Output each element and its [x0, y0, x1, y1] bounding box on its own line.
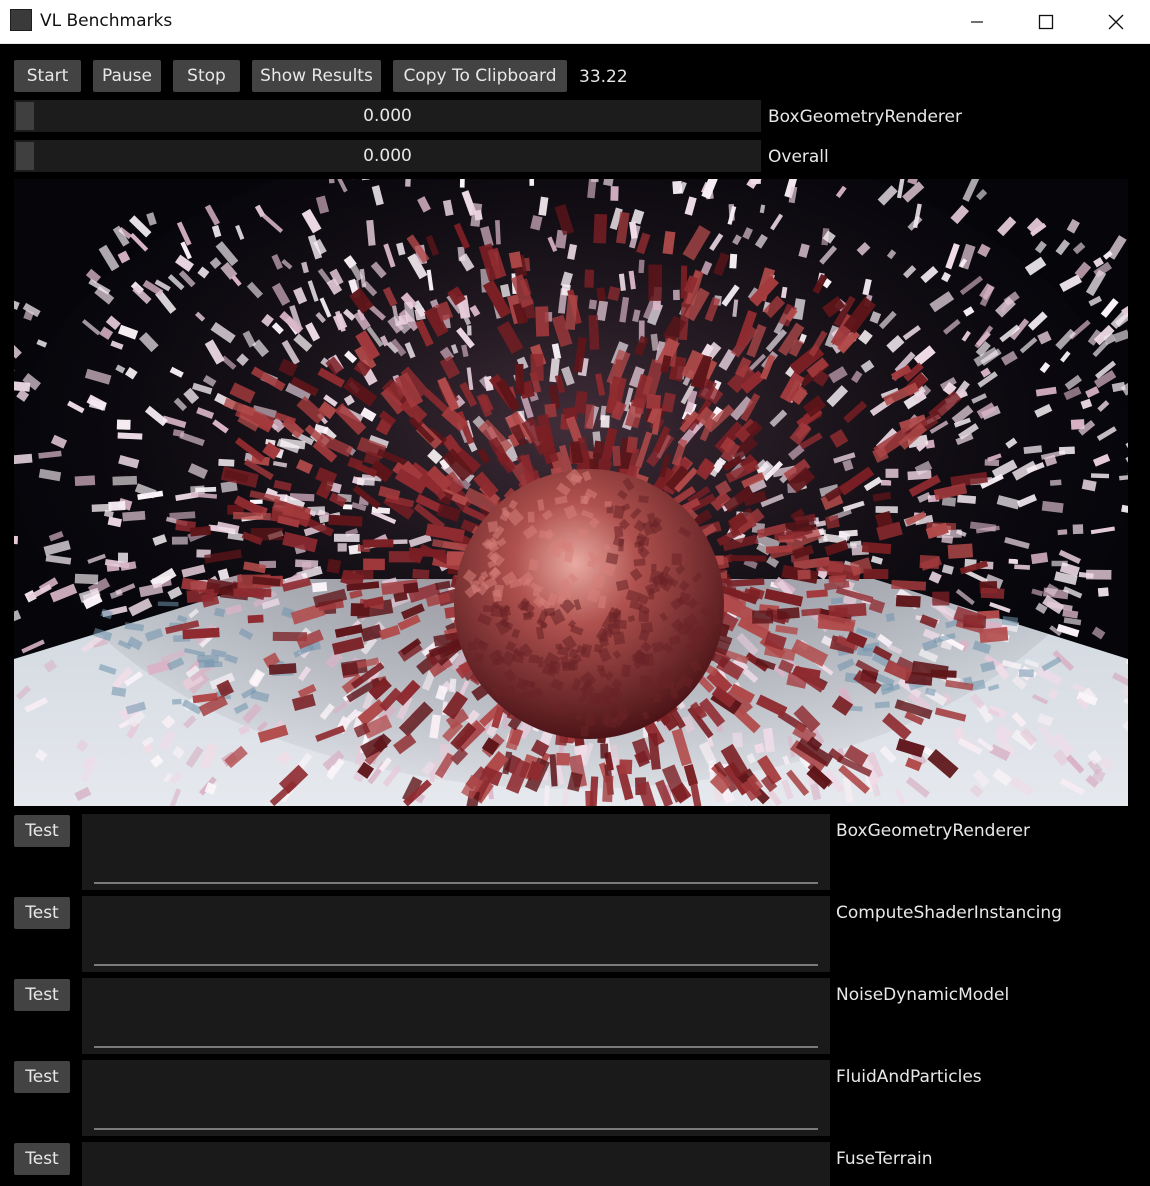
test-button-0[interactable]: Test — [14, 815, 70, 847]
minimize-icon — [971, 20, 983, 23]
progress-label-overall: Overall — [768, 147, 829, 167]
test-result-field-0[interactable] — [82, 814, 830, 890]
test-button-4[interactable]: Test — [14, 1143, 70, 1175]
title-bar: VL Benchmarks — [0, 0, 1150, 44]
minimize-button[interactable] — [954, 0, 1000, 43]
progress-value: 0.000 — [363, 106, 412, 126]
pause-button[interactable]: Pause — [93, 60, 161, 92]
progress-value: 0.000 — [363, 146, 412, 166]
test-button-1[interactable]: Test — [14, 897, 70, 929]
test-name-3: FluidAndParticles — [836, 1067, 982, 1087]
test-name-1: ComputeShaderInstancing — [836, 903, 1062, 923]
test-result-field-3[interactable] — [82, 1060, 830, 1136]
test-name-0: BoxGeometryRenderer — [836, 821, 1030, 841]
test-button-3[interactable]: Test — [14, 1061, 70, 1093]
fps-readout: 33.22 — [579, 67, 628, 87]
render-viewport[interactable] — [14, 179, 1128, 806]
test-result-field-1[interactable] — [82, 896, 830, 972]
copy-to-clipboard-button[interactable]: Copy To Clipboard — [393, 60, 567, 92]
test-name-4: FuseTerrain — [836, 1149, 933, 1169]
maximize-icon — [1038, 14, 1054, 29]
field-underline — [94, 1046, 818, 1048]
show-results-button[interactable]: Show Results — [252, 60, 381, 92]
field-underline — [94, 882, 818, 884]
start-button[interactable]: Start — [14, 60, 81, 92]
test-result-field-2[interactable] — [82, 978, 830, 1054]
field-underline — [94, 1128, 818, 1130]
test-button-2[interactable]: Test — [14, 979, 70, 1011]
progress-label-current: BoxGeometryRenderer — [768, 107, 962, 127]
scene-render — [14, 179, 1128, 806]
app-icon — [10, 9, 32, 31]
close-icon — [1108, 14, 1124, 29]
test-name-2: NoiseDynamicModel — [836, 985, 1010, 1005]
test-result-field-4[interactable] — [82, 1142, 830, 1186]
field-underline — [94, 964, 818, 966]
close-button[interactable] — [1093, 0, 1139, 43]
stop-button[interactable]: Stop — [173, 60, 240, 92]
window-title: VL Benchmarks — [40, 11, 173, 31]
progress-bar-overall: 0.000 — [14, 140, 761, 172]
progress-bar-current: 0.000 — [14, 100, 761, 132]
maximize-button[interactable] — [1023, 0, 1069, 43]
